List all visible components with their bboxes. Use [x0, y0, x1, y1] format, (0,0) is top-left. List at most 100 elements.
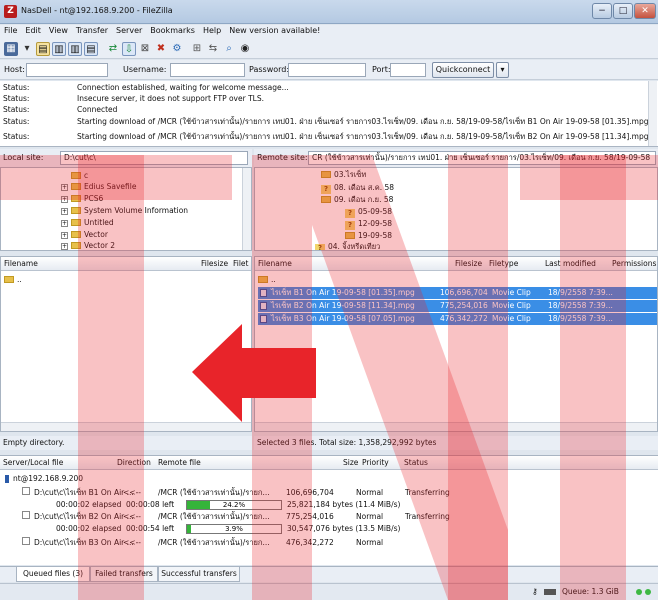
- tree-item[interactable]: 09. เดือน ก.ย. 58: [321, 194, 393, 205]
- menu-new-version[interactable]: New version available!: [225, 25, 324, 35]
- expand-icon[interactable]: +: [61, 243, 68, 250]
- maximize-button[interactable]: □: [613, 3, 633, 19]
- expand-icon[interactable]: +: [61, 196, 68, 203]
- menu-view[interactable]: View: [45, 25, 72, 35]
- queue-col-local-file[interactable]: Server/Local file: [3, 456, 63, 470]
- tree-item[interactable]: ? 04. จิ้งหรีดเทียว: [315, 241, 380, 250]
- minimize-button[interactable]: −: [592, 3, 612, 19]
- tree-item[interactable]: + Vector: [61, 229, 108, 240]
- checkbox[interactable]: [22, 487, 30, 495]
- close-button[interactable]: ✕: [634, 3, 656, 19]
- password-input[interactable]: [288, 63, 366, 77]
- tree-item[interactable]: ? 05-09-58: [345, 206, 392, 218]
- tree-item[interactable]: + PCS6: [61, 193, 103, 204]
- tree-item[interactable]: + Vector 2: [61, 240, 115, 250]
- tree-item[interactable]: ? 08. เดือน ส.ค. 58: [321, 182, 394, 194]
- local-path-input[interactable]: D:\cut\c\: [60, 151, 248, 165]
- local-col-filename[interactable]: Filename: [4, 257, 38, 271]
- parent-directory-row[interactable]: ..: [4, 274, 22, 285]
- file-row[interactable]: ไรเซ็ท B2 On Air 19-09-58 [11.34].mpg 77…: [258, 300, 657, 312]
- local-directory-tree[interactable]: c + Edius Savefile + PCS6 + System Volume I…: [0, 167, 252, 251]
- menu-edit[interactable]: Edit: [21, 25, 45, 35]
- tree-item[interactable]: + Untitled: [61, 217, 114, 228]
- tree-item[interactable]: + Edius Savefile: [61, 181, 136, 192]
- expand-icon[interactable]: +: [61, 232, 68, 239]
- expand-icon[interactable]: +: [61, 208, 68, 215]
- remote-file-list[interactable]: Filename Filesize Filetype Last modified…: [254, 256, 658, 432]
- remote-col-last-modified[interactable]: Last modified: [545, 257, 596, 271]
- server-icon: [5, 475, 9, 483]
- parent-directory-row[interactable]: ..: [258, 274, 276, 285]
- directory-comparison-icon[interactable]: ⊞: [190, 42, 204, 56]
- remote-col-permissions[interactable]: Permissions: [612, 257, 656, 271]
- port-input[interactable]: [390, 63, 426, 77]
- refresh-icon[interactable]: ⇄: [106, 42, 120, 56]
- tree-item[interactable]: + System Volume Information: [61, 205, 188, 216]
- tab-failed-transfers[interactable]: Failed transfers: [90, 567, 158, 582]
- remote-col-filetype[interactable]: Filetype: [489, 257, 518, 271]
- queue-col-direction[interactable]: Direction: [117, 456, 151, 470]
- menu-help[interactable]: Help: [199, 25, 225, 35]
- quickconnect-bar: Host: Username: Password: Port: Quickcon…: [0, 60, 658, 80]
- remote-col-filesize[interactable]: Filesize: [455, 257, 482, 271]
- message-log[interactable]: Status: Connection established, waiting f…: [0, 81, 658, 147]
- cancel-operation-icon[interactable]: ⊠: [138, 42, 152, 56]
- toggle-queue-icon[interactable]: ▤: [84, 42, 98, 56]
- remote-list-header: Filename Filesize Filetype Last modified…: [255, 257, 657, 271]
- unknown-folder-icon: ?: [321, 185, 331, 194]
- tab-successful-transfers[interactable]: Successful transfers: [158, 567, 240, 582]
- tab-queued-files[interactable]: Queued files (3): [16, 567, 90, 582]
- queue-col-priority[interactable]: Priority: [362, 456, 389, 470]
- binoculars-icon[interactable]: ◉: [238, 42, 252, 56]
- file-row[interactable]: ไรเซ็ท B3 On Air 19-09-58 [07.05].mpg 47…: [258, 313, 657, 325]
- host-input[interactable]: [26, 63, 108, 77]
- dropdown-arrow-icon[interactable]: ▾: [20, 42, 34, 56]
- expand-icon[interactable]: +: [61, 184, 68, 191]
- menu-server[interactable]: Server: [112, 25, 146, 35]
- remote-path-input[interactable]: CR (ใช้ข้าวสารเท่านั้น)/รายการ เทป01. ฝ่…: [308, 151, 656, 165]
- progress-bar: 3.9%: [186, 524, 282, 534]
- reconnect-icon[interactable]: ⚙: [170, 42, 184, 56]
- local-list-hscrollbar[interactable]: [1, 422, 251, 431]
- queue-col-remote-file[interactable]: Remote file: [158, 456, 201, 470]
- queue-item[interactable]: D:\cut\c\ไรเซ็ท B2 On Air ... <<-- /MCR …: [0, 511, 658, 523]
- menu-file[interactable]: File: [0, 25, 21, 35]
- queue-col-status[interactable]: Status: [404, 456, 428, 470]
- local-file-list[interactable]: Filename Filesize Filet ..: [0, 256, 252, 432]
- tree-item[interactable]: 03.ไรเซ็ท: [321, 169, 366, 180]
- tree-item[interactable]: 19-09-58: [345, 230, 392, 241]
- log-scrollbar[interactable]: [648, 81, 657, 146]
- menu-transfer[interactable]: Transfer: [72, 25, 112, 35]
- checkbox[interactable]: [22, 511, 30, 519]
- tree-item[interactable]: ? 12-09-58: [345, 218, 392, 230]
- activity-led-icon: [636, 589, 642, 595]
- checkbox[interactable]: [22, 537, 30, 545]
- transfer-queue[interactable]: Server/Local file Direction Remote file …: [0, 455, 658, 565]
- username-input[interactable]: [170, 63, 245, 77]
- folder-icon: [71, 183, 81, 190]
- queue-item-progress: 00:00:02 elapsed 00:00:08 left 24.2% 25,…: [56, 500, 401, 510]
- disconnect-icon[interactable]: ✖: [154, 42, 168, 56]
- toggle-local-tree-icon[interactable]: ▥: [52, 42, 66, 56]
- expand-icon[interactable]: +: [61, 220, 68, 227]
- site-manager-icon[interactable]: ▦: [4, 42, 18, 56]
- queue-item[interactable]: D:\cut\c\ไรเซ็ท B1 On Air ... <<-- /MCR …: [0, 487, 658, 499]
- queue-item[interactable]: D:\cut\c\ไรเซ็ท B3 On Air ... <<-- /MCR …: [0, 537, 658, 549]
- sync-browsing-icon[interactable]: ⇆: [206, 42, 220, 56]
- local-col-filesize[interactable]: Filesize: [201, 257, 228, 271]
- quickconnect-dropdown-button[interactable]: ▾: [496, 62, 509, 78]
- search-files-icon[interactable]: ⌕: [222, 42, 236, 56]
- toggle-remote-tree-icon[interactable]: ▥: [68, 42, 82, 56]
- local-tree-scrollbar[interactable]: [242, 168, 251, 250]
- queue-col-size[interactable]: Size: [343, 456, 358, 470]
- remote-col-filename[interactable]: Filename: [258, 257, 292, 271]
- quickconnect-button[interactable]: Quickconnect: [432, 62, 494, 78]
- local-col-filetype[interactable]: Filet: [233, 257, 249, 271]
- toggle-log-icon[interactable]: ▤: [36, 42, 50, 56]
- process-queue-icon[interactable]: ⇩: [122, 42, 136, 56]
- remote-list-hscrollbar[interactable]: [255, 422, 657, 431]
- tree-item[interactable]: c: [71, 170, 88, 181]
- remote-directory-tree[interactable]: 03.ไรเซ็ท ? 08. เดือน ส.ค. 58 09. เดือน ก…: [254, 167, 658, 251]
- file-row[interactable]: ไรเซ็ท B1 On Air 19-09-58 [01.35].mpg 10…: [258, 287, 657, 299]
- menu-bookmarks[interactable]: Bookmarks: [146, 25, 199, 35]
